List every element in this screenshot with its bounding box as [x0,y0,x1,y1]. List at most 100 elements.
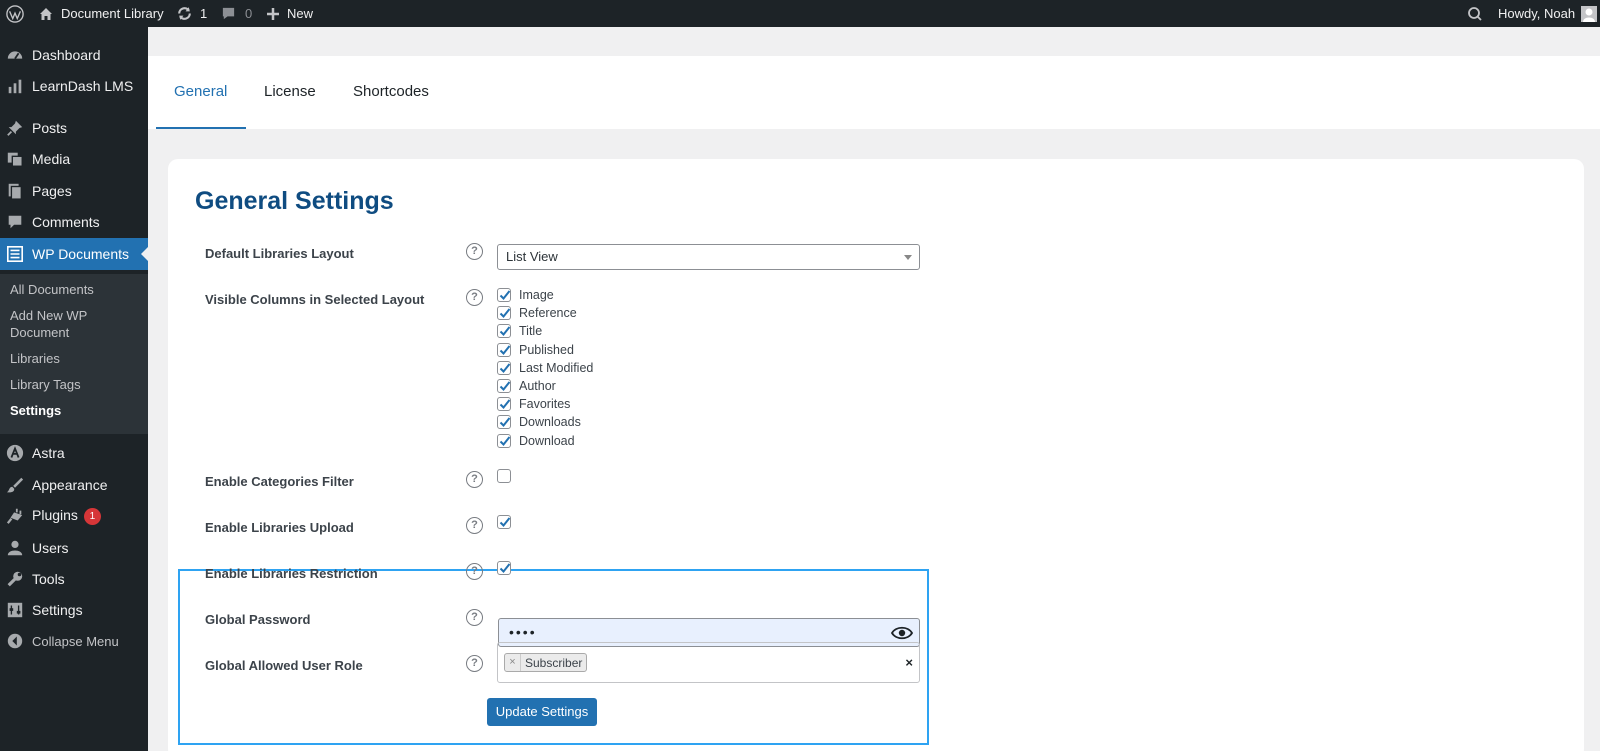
column-option: Title [497,323,542,339]
column-checkbox[interactable] [497,288,511,302]
new-content-link[interactable]: New [266,0,313,27]
menu-label: Comments [32,214,100,230]
menu-collapse[interactable]: Collapse Menu [0,625,148,657]
column-checkbox[interactable] [497,415,511,430]
menu-label: Users [32,540,69,556]
refresh-icon [178,7,191,20]
brush-icon [6,477,24,493]
column-checkbox[interactable] [497,360,511,375]
astra-icon [6,444,24,462]
comments-count: 0 [245,6,253,21]
help-icon[interactable]: ? [466,471,483,488]
search-link[interactable] [1467,0,1483,27]
remove-tag-icon[interactable]: × [505,654,521,671]
layout-label: Default Libraries Layout [205,246,354,261]
help-icon[interactable]: ? [466,289,483,306]
help-icon[interactable]: ? [466,609,483,626]
role-tag-subscriber: × Subscriber [504,653,588,672]
comments-link[interactable]: 0 [221,0,252,27]
menu-label: Astra [32,445,65,461]
menu-pages[interactable]: Pages [0,175,148,207]
menu-settings[interactable]: Settings [0,594,148,626]
eye-icon[interactable] [891,625,913,641]
menu-dashboard[interactable]: Dashboard [0,39,148,71]
submenu-add-new-document[interactable]: Add New WP Document [10,307,140,341]
plugins-label: Plugins [32,507,78,524]
columns-label: Visible Columns in Selected Layout [205,292,425,307]
menu-media[interactable]: Media [0,143,148,175]
column-option: Image [497,287,554,303]
submenu-library-tags[interactable]: Library Tags [10,376,140,393]
column-option-label: Reference [519,306,577,321]
tab-shortcodes[interactable]: Shortcodes [353,83,429,100]
menu-astra[interactable]: Astra [0,437,148,469]
categories-filter-checkbox-row [497,468,511,484]
settings-tabs: General License Shortcodes [148,56,1600,129]
password-value: •••• [509,624,537,640]
tab-license[interactable]: License [264,83,316,100]
help-icon[interactable]: ? [466,243,483,260]
menu-users[interactable]: Users [0,532,148,564]
submenu-all-documents[interactable]: All Documents [10,281,140,298]
site-name-link[interactable]: Document Library [38,0,164,27]
comment-bubble-icon [222,7,235,20]
submenu-settings[interactable]: Settings [10,402,140,419]
menu-label: Posts [32,120,68,136]
column-option-label: Published [519,342,574,357]
clear-selection-icon[interactable]: × [905,655,913,670]
column-option-label: Title [519,324,543,339]
tab-general[interactable]: General [174,83,227,100]
help-icon[interactable]: ? [466,655,483,672]
global-role-label: Global Allowed User Role [205,658,363,673]
column-checkbox[interactable] [497,379,511,393]
menu-plugins[interactable]: Plugins 1 [0,500,148,532]
column-option-label: Image [519,288,554,302]
site-name-label: Document Library [61,6,164,21]
column-option: Author [497,378,556,394]
menu-label: WP Documents [32,246,129,262]
help-icon[interactable]: ? [466,517,483,534]
updates-count: 1 [200,6,208,21]
layout-select[interactable]: List View [497,244,920,270]
my-account-link[interactable]: Howdy, Noah [1498,0,1598,27]
menu-label: LearnDash LMS [32,78,134,94]
menu-learndash[interactable]: LearnDash LMS [0,70,148,102]
user-icon [7,540,23,556]
libraries-upload-checkbox-row [497,514,511,530]
categories-filter-label: Enable Categories Filter [205,474,354,489]
submenu-libraries[interactable]: Libraries [10,350,140,367]
column-checkbox[interactable] [497,324,511,339]
page-title: General Settings [195,187,394,215]
wp-documents-submenu: All Documents Add New WP Document Librar… [0,274,148,434]
wordpress-logo-icon[interactable] [6,0,24,27]
help-icon[interactable]: ? [466,563,483,580]
menu-appearance[interactable]: Appearance [0,469,148,501]
menu-posts[interactable]: Posts [0,112,148,144]
menu-label: Plugins 1 [32,507,101,525]
column-option-label: Author [519,379,556,393]
column-option-label: Favorites [519,397,571,412]
update-settings-button[interactable]: Update Settings [487,698,597,726]
avatar [1581,5,1598,22]
menu-comments[interactable]: Comments [0,206,148,238]
libraries-restriction-checkbox[interactable] [497,561,511,575]
categories-filter-checkbox[interactable] [497,469,511,483]
column-option-label: Download [519,433,575,448]
column-option: Reference [497,305,577,321]
global-password-label: Global Password [205,612,311,627]
search-icon [1468,6,1482,21]
menu-wp-documents[interactable]: WP Documents [0,238,149,270]
menu-tools[interactable]: Tools [0,563,148,595]
libraries-upload-checkbox[interactable] [497,515,511,529]
user-role-multiselect[interactable]: × Subscriber × [497,642,920,683]
menu-label: Media [32,151,71,167]
column-checkbox[interactable] [497,306,511,321]
updates-link[interactable]: 1 [176,0,207,27]
admin-sidebar: Dashboard LearnDash LMS Posts Media Page… [0,27,149,751]
column-checkbox[interactable] [497,397,511,412]
libraries-upload-label: Enable Libraries Upload [205,520,354,535]
column-checkbox[interactable] [497,342,511,357]
column-checkbox[interactable] [497,433,511,448]
menu-label: Collapse Menu [32,633,119,649]
dashboard-icon [7,51,23,60]
